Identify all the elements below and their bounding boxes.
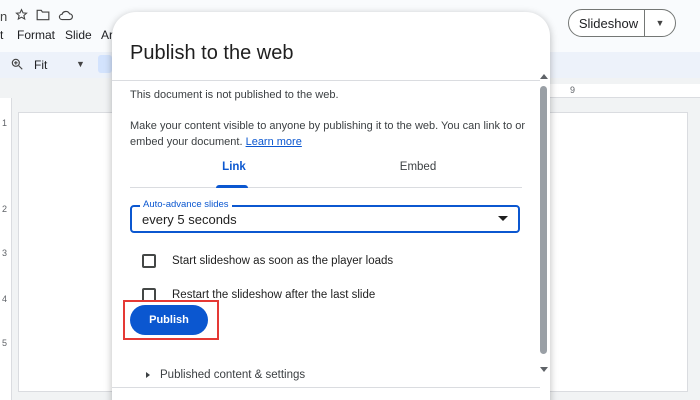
start-on-load-checkbox[interactable] — [142, 254, 156, 268]
auto-advance-value: every 5 seconds — [142, 212, 237, 227]
active-tab-indicator — [216, 185, 248, 188]
star-icon[interactable] — [15, 8, 29, 24]
learn-more-link[interactable]: Learn more — [246, 136, 302, 148]
doc-title-fragment[interactable]: n — [0, 9, 7, 24]
menu-item-slide[interactable]: Slide — [65, 28, 92, 42]
publish-description: Make your content visible to anyone by p… — [130, 118, 530, 150]
ruler-tick-label: 2 — [2, 204, 8, 214]
publish-status: This document is not published to the we… — [130, 89, 339, 101]
auto-advance-label: Auto-advance slides — [140, 199, 232, 210]
menu-item-edit[interactable]: t — [0, 28, 3, 42]
scroll-down-icon[interactable] — [540, 367, 548, 372]
ruler-tick-label: 4 — [2, 294, 8, 304]
zoom-icon[interactable] — [10, 57, 24, 71]
zoom-select[interactable]: Fit — [34, 58, 47, 72]
folder-icon[interactable] — [36, 9, 50, 24]
scroll-up-icon[interactable] — [540, 74, 548, 79]
published-settings-label: Published content & settings — [160, 369, 306, 381]
select-tool-icon[interactable] — [98, 55, 112, 73]
menu-item-format[interactable]: Format — [17, 28, 55, 42]
ruler-tick-label: 1 — [2, 118, 8, 128]
tabs-divider — [130, 187, 522, 188]
dialog-scrollbar[interactable] — [538, 72, 550, 380]
start-on-load-label[interactable]: Start slideshow as soon as the player lo… — [172, 255, 393, 267]
published-settings-expander[interactable]: Published content & settings — [146, 369, 305, 381]
ruler-tick-label: 9 — [570, 85, 576, 95]
dropdown-arrow-icon — [498, 216, 508, 221]
top-ruler: 9 — [548, 84, 700, 98]
dialog-body: This document is not published to the we… — [112, 80, 540, 388]
slideshow-dropdown-icon[interactable]: ▼ — [645, 18, 675, 28]
publish-button[interactable]: Publish — [130, 305, 208, 335]
cloud-icon[interactable] — [58, 9, 74, 24]
scroll-thumb[interactable] — [540, 86, 547, 354]
dialog-title: Publish to the web — [130, 42, 294, 64]
ruler-tick-label: 3 — [2, 248, 8, 258]
start-on-load-option: Start slideshow as soon as the player lo… — [142, 253, 393, 269]
slideshow-button[interactable]: Slideshow — [569, 16, 644, 31]
left-ruler: 1 2 3 4 5 — [0, 98, 12, 400]
ruler-tick-label: 5 — [2, 338, 8, 348]
slideshow-button-group: Slideshow ▼ — [568, 9, 676, 37]
title-icons: n — [0, 8, 74, 24]
tab-embed[interactable]: Embed — [314, 161, 522, 185]
publish-dialog: Publish to the web This document is not … — [112, 12, 550, 400]
auto-advance-select[interactable]: Auto-advance slides every 5 seconds — [130, 199, 520, 233]
expand-triangle-icon — [146, 372, 150, 378]
description-text: Make your content visible to anyone by p… — [130, 120, 526, 148]
tab-link[interactable]: Link — [130, 161, 338, 185]
zoom-dropdown-icon[interactable]: ▼ — [76, 59, 85, 69]
